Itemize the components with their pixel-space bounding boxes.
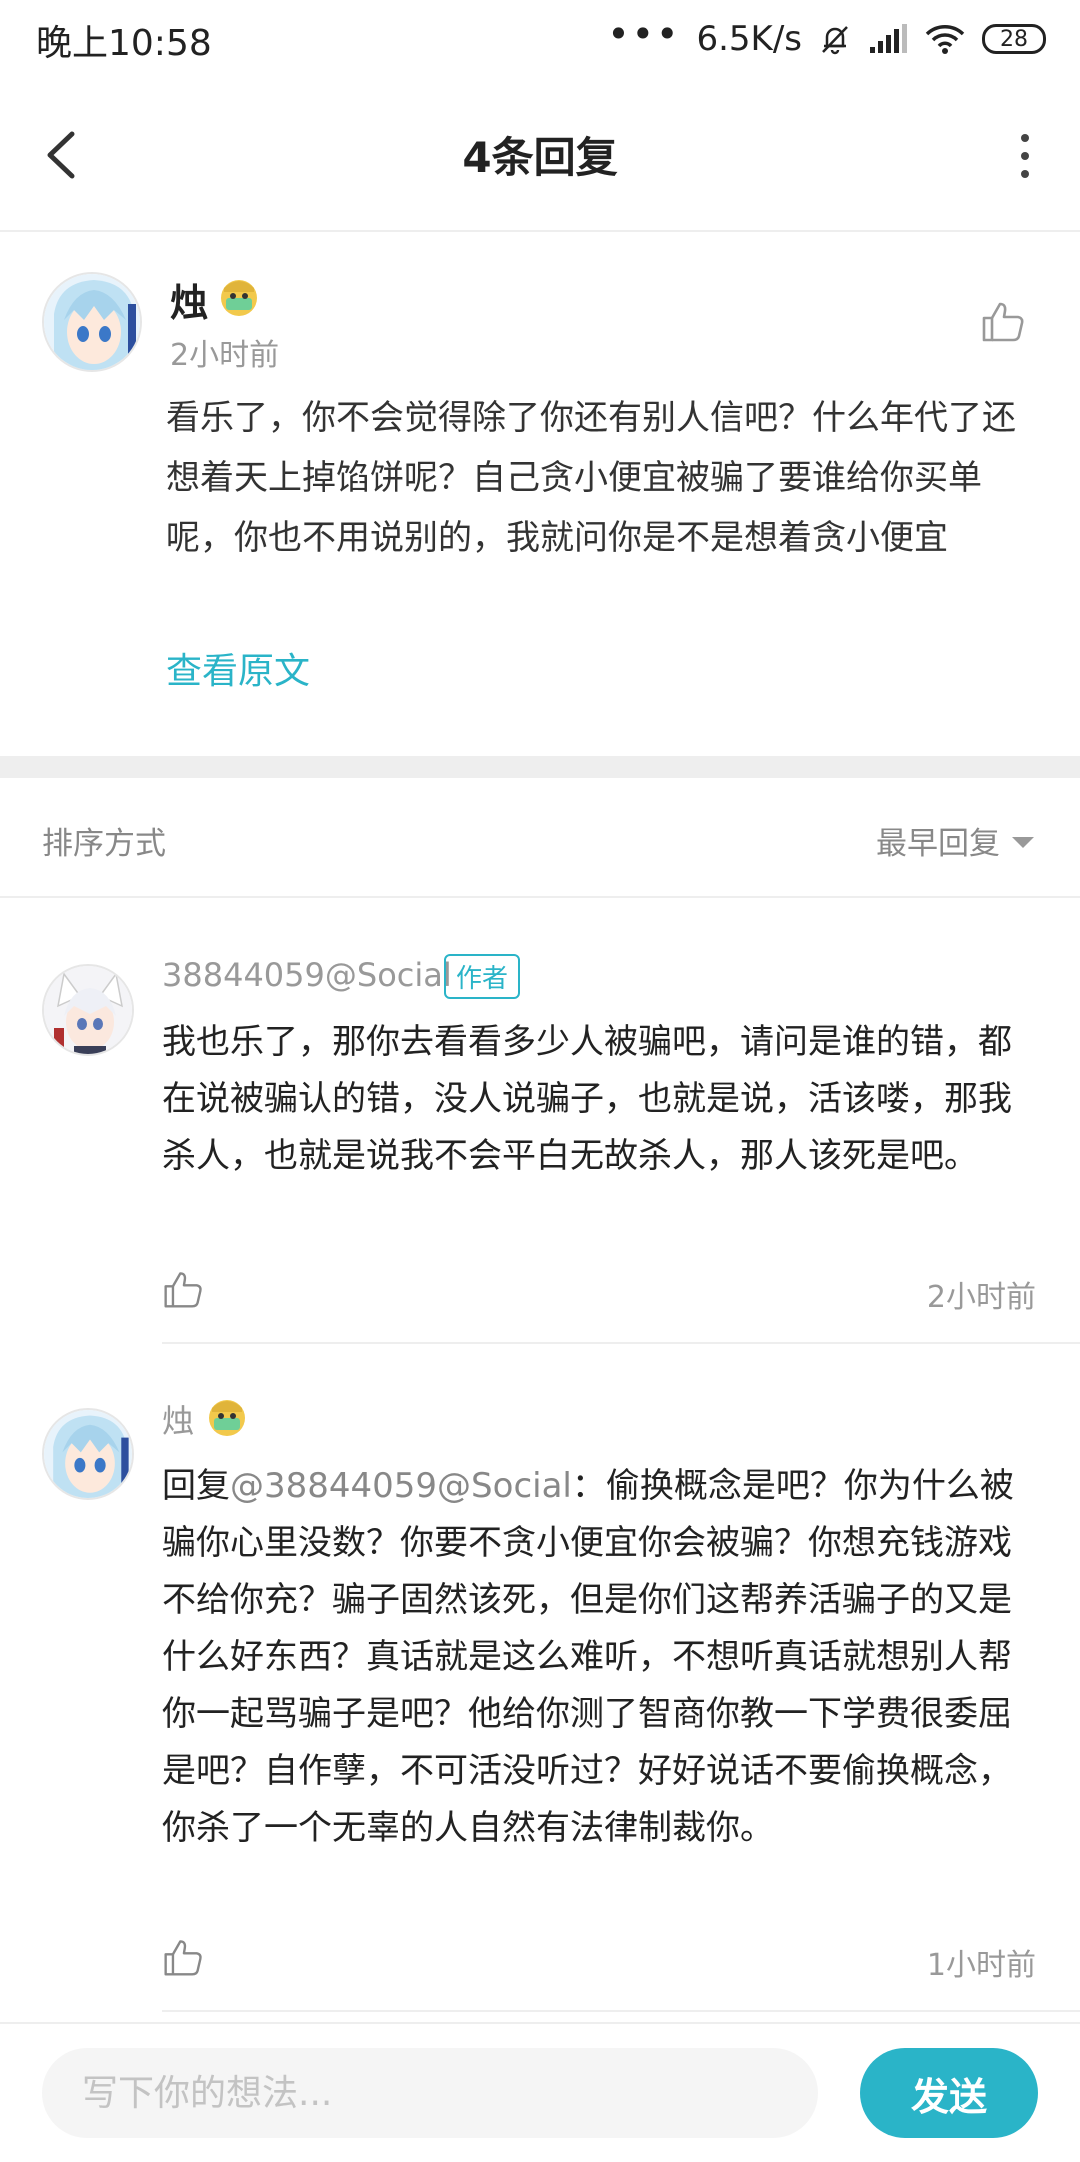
thumbs-up-icon[interactable] [980,298,1026,344]
status-bar: 晚上10:58 ••• 6.5K/s 28 [0,0,1080,80]
battery-indicator: 28 [982,24,1046,54]
thumbs-up-icon[interactable] [162,1268,204,1310]
more-dot-icon [1021,152,1029,160]
reply-author[interactable]: 38844059@Social [162,956,452,994]
sort-bar: 排序方式 最早回复 [0,778,1080,898]
reply-time: 1小时前 [926,1948,1036,1983]
more-dot-icon [1021,170,1029,178]
reply-item: 烛 回复@38844059@Social：偷换概念是吧？你为什么被骗你心里没数？… [0,1346,1080,2022]
more-options-button[interactable] [1000,124,1050,188]
avatar[interactable] [42,1408,134,1500]
send-button[interactable]: 发送 [860,2048,1038,2138]
reply-separator [162,2010,1080,2012]
mute-bell-icon [822,26,848,55]
cartoon-badge-icon [221,280,257,316]
signal-icon [870,24,907,53]
mention-link[interactable]: @38844059@Social [230,1466,572,1506]
dropdown-arrow-icon [1012,837,1034,848]
original-comment: 烛 2小时前 看乐了，你不会觉得除了你还有别人信吧？什么年代了还想着天上掉馅饼呢… [0,232,1080,756]
sort-label: 排序方式 [42,826,166,862]
reply-content: 回复@38844059@Social：偷换概念是吧？你为什么被骗你心里没数？你要… [162,1458,1042,1857]
page-title: 4条回复 [462,133,618,182]
sort-selected-value: 最早回复 [876,826,1000,862]
anime-avatar-icon [44,274,140,370]
network-speed: 6.5K/s [696,19,802,59]
comment-author[interactable]: 烛 [170,272,208,327]
reply-separator [162,1342,1080,1344]
avatar[interactable] [42,964,134,1056]
view-original-link[interactable]: 查看原文 [166,642,310,694]
avatar[interactable] [42,272,142,372]
reply-content: 我也乐了，那你去看看多少人被骗吧，请问是谁的错，都在说被骗认的错，没人说骗子，也… [162,1022,1012,1176]
section-divider [0,756,1080,778]
reply-prefix: 回复 [162,1466,230,1506]
reply-body: 偷换概念是吧？你为什么被骗你心里没数？你要不贪小便宜你会被骗？你想充钱游戏不给你… [162,1466,1014,1848]
comment-input[interactable] [42,2048,818,2138]
reply-item: 38844059@Social 作者 我也乐了，那你去看看多少人被骗吧，请问是谁… [0,898,1080,1346]
reply-colon: ： [571,1466,606,1506]
wifi-icon [925,25,965,54]
top-navigation-bar: 4条回复 [0,80,1080,232]
fox-girl-avatar-icon [44,966,132,1054]
thumbs-up-icon[interactable] [162,1936,204,1978]
reply-author[interactable]: 烛 [162,1396,194,1442]
comment-time: 2小时前 [170,338,280,373]
more-notifications-icon: ••• [607,12,681,56]
author-tag-badge: 作者 [444,954,521,999]
comment-composer: 发送 [0,2022,1080,2162]
more-dot-icon [1021,134,1029,142]
cartoon-badge-icon [209,1400,245,1436]
sort-dropdown[interactable]: 最早回复 [876,818,1034,863]
reply-time: 2小时前 [926,1280,1036,1315]
status-icons: ••• 6.5K/s 28 [607,12,1046,64]
status-time: 晚上10:58 [36,23,212,64]
comment-content: 看乐了，你不会觉得除了你还有别人信吧？什么年代了还想着天上掉馅饼呢？自己贪小便宜… [166,398,1016,558]
anime-avatar-icon [44,1410,132,1498]
